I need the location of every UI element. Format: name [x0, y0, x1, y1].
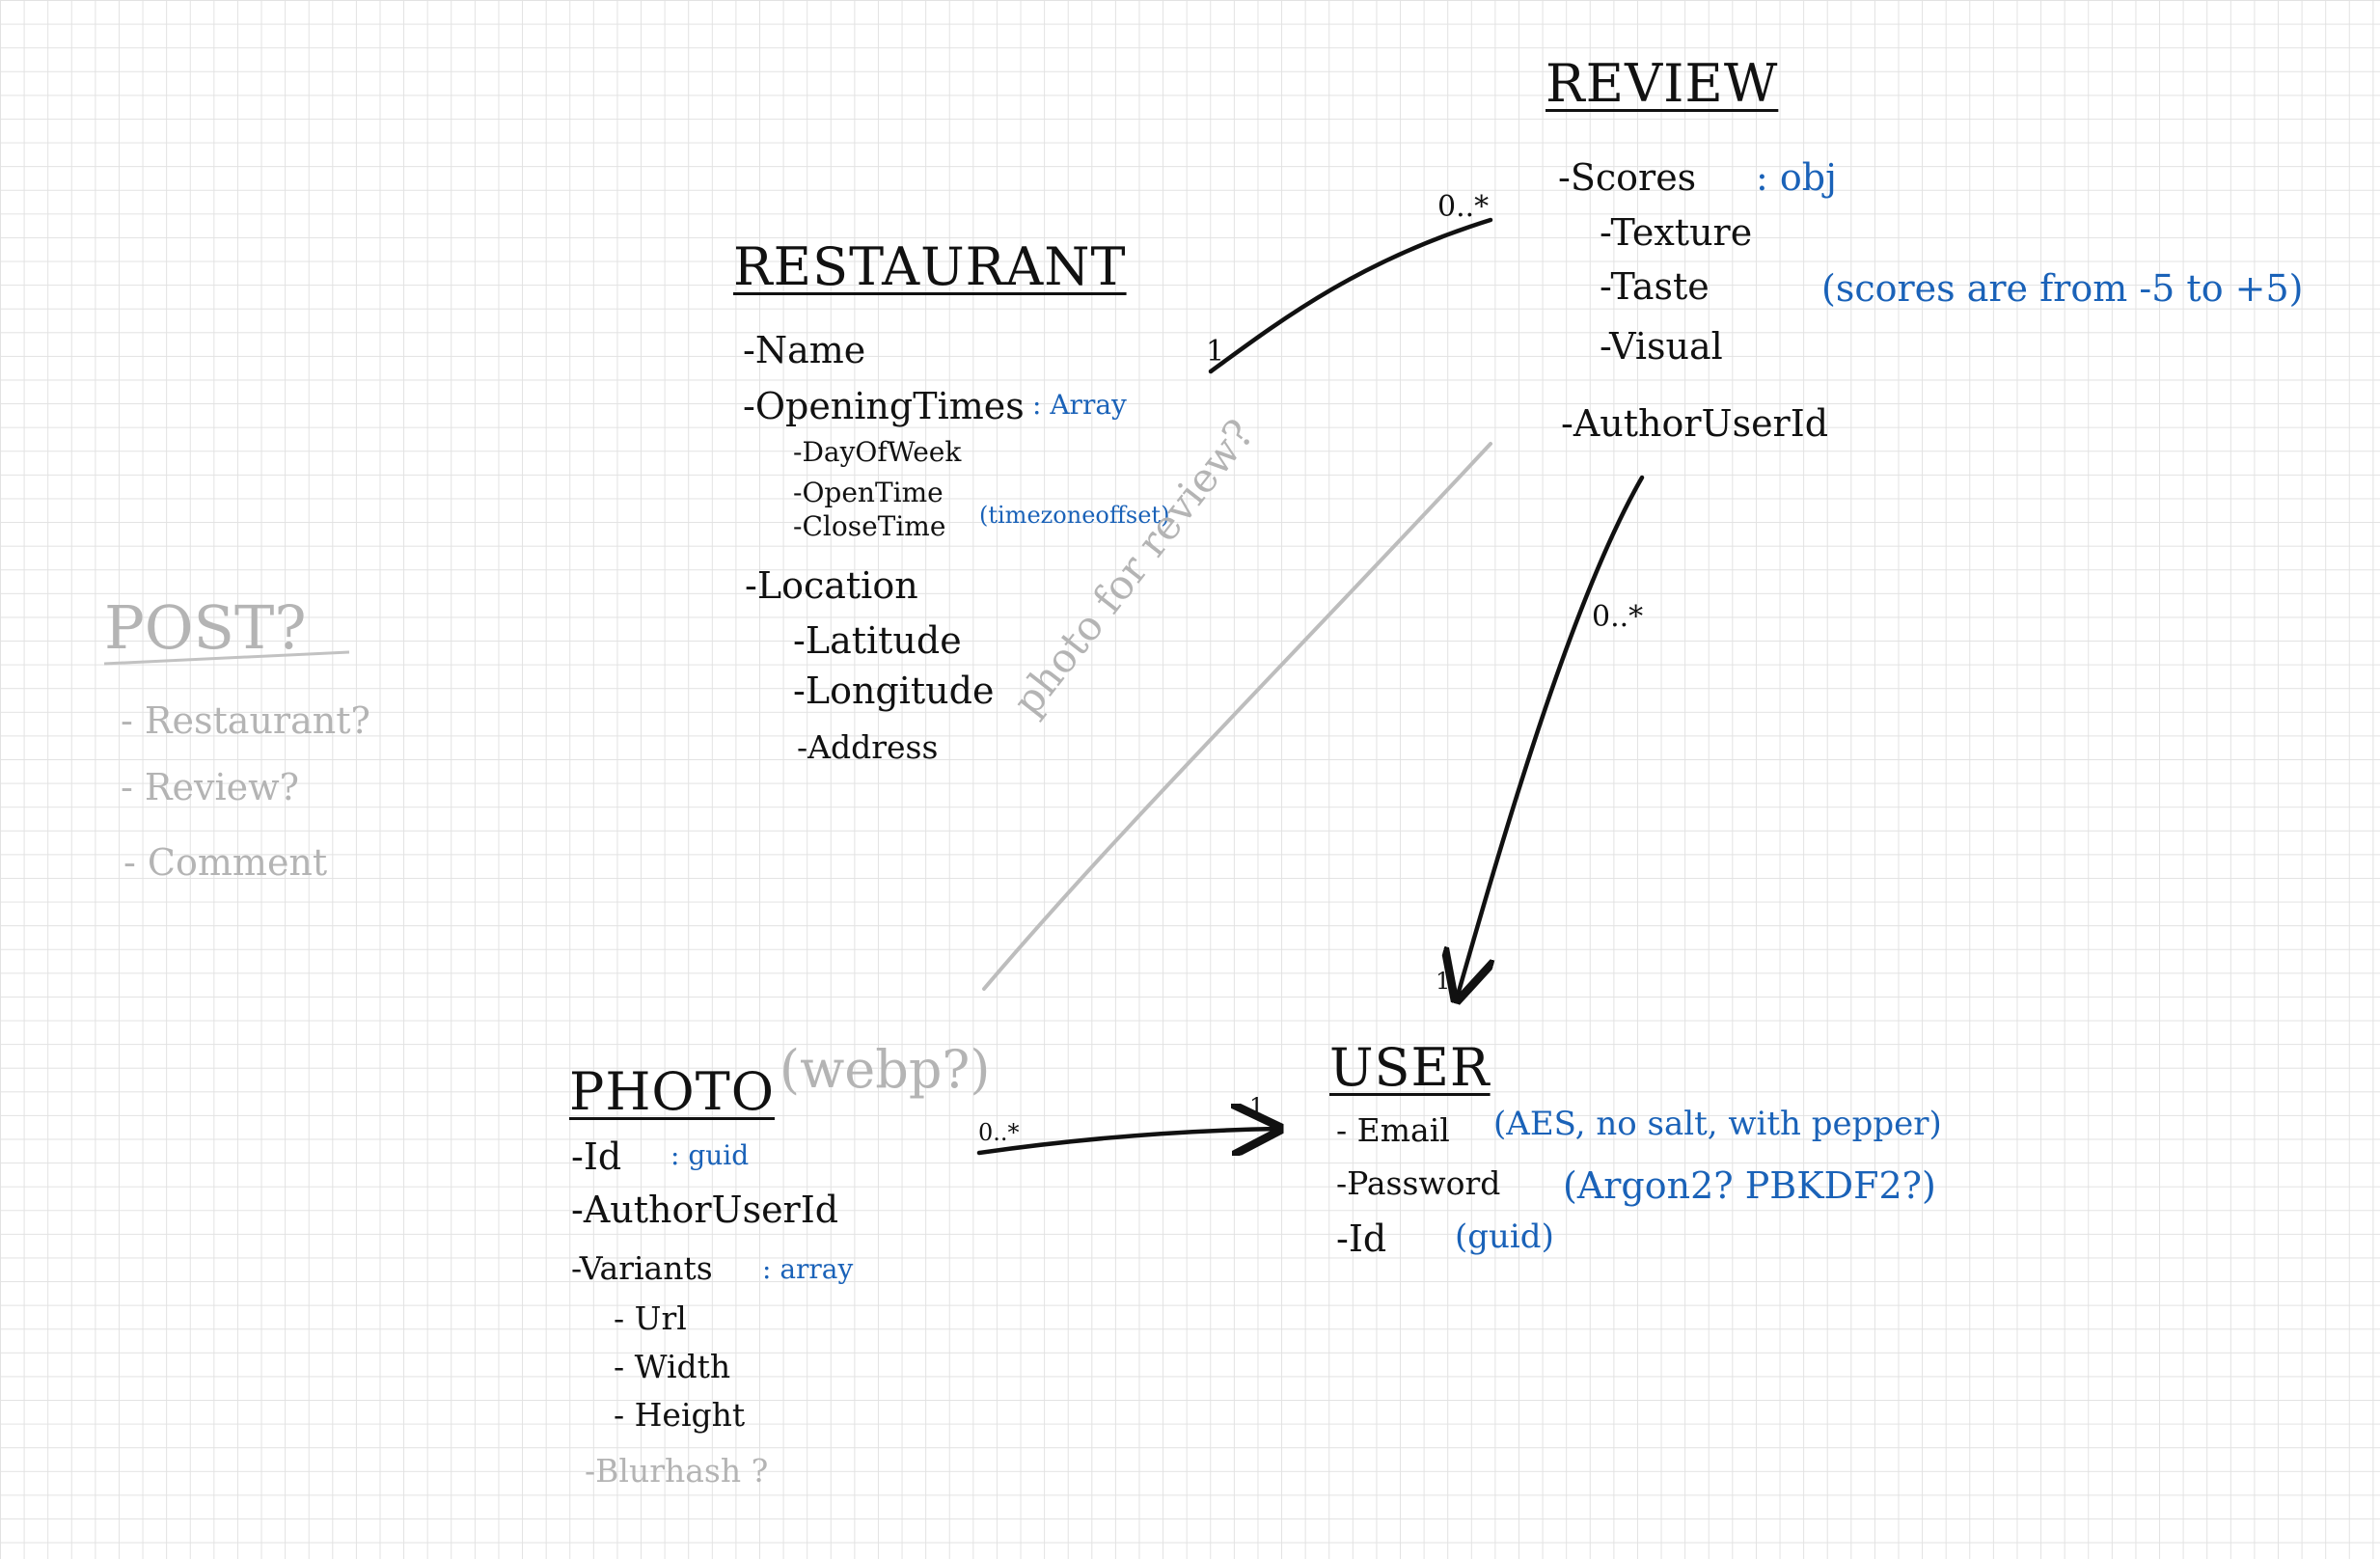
post-item-review: - Review?	[121, 766, 300, 808]
restaurant-open-time: -OpenTime	[793, 477, 944, 508]
photo-id: -Id	[571, 1135, 622, 1178]
photo-blurhash: -Blurhash ?	[585, 1452, 769, 1490]
review-user-arrow	[1457, 475, 1645, 998]
multiplicity-review-to-user-one: 1	[1436, 968, 1451, 995]
user-email: - Email	[1336, 1111, 1450, 1149]
restaurant-location: -Location	[745, 564, 918, 607]
user-password: -Password	[1336, 1164, 1501, 1202]
photo-author-user-id: -AuthorUserId	[571, 1189, 839, 1231]
restaurant-title: RESTAURANT	[733, 236, 1127, 297]
photo-user-arrow	[976, 1129, 1278, 1153]
user-id-note: (guid)	[1455, 1217, 1554, 1256]
restaurant-latitude: -Latitude	[793, 619, 962, 662]
review-visual: -Visual	[1600, 325, 1723, 368]
review-texture: -Texture	[1600, 211, 1753, 254]
review-scores-note: (scores are from -5 to +5)	[1821, 267, 2304, 310]
restaurant-opening-times-type: : Array	[1032, 389, 1127, 421]
photo-height: - Height	[614, 1396, 746, 1434]
restaurant-name: -Name	[743, 329, 866, 371]
review-scores: -Scores	[1558, 156, 1697, 199]
review-taste: -Taste	[1600, 265, 1710, 308]
photo-variants: -Variants	[571, 1249, 713, 1287]
post-item-restaurant: - Restaurant?	[121, 699, 370, 742]
multiplicity-photo-to-user-many: 0..*	[978, 1119, 1020, 1146]
restaurant-review-line	[1208, 217, 1493, 374]
restaurant-longitude: -Longitude	[793, 670, 995, 712]
review-scores-type: : obj	[1756, 156, 1837, 199]
photo-width: - Width	[614, 1348, 731, 1385]
photo-title-note: (webp?)	[780, 1039, 991, 1100]
photo-title: PHOTO	[569, 1061, 775, 1122]
relation-lines	[103, 217, 1645, 1559]
multiplicity-review-side: 0..*	[1437, 190, 1490, 224]
multiplicity-restaurant-side: 1	[1206, 335, 1225, 369]
photo-url: - Url	[614, 1299, 687, 1337]
user-email-note: (AES, no salt, with pepper)	[1493, 1105, 1942, 1143]
restaurant-address: -Address	[797, 728, 939, 766]
post-item-comment: - Comment	[123, 841, 328, 884]
user-title: USER	[1329, 1037, 1491, 1098]
post-title: POST?	[104, 592, 307, 663]
restaurant-day-of-week: -DayOfWeek	[793, 436, 962, 468]
user-password-note: (Argon2? PBKDF2?)	[1563, 1164, 1936, 1207]
review-author-user-id: -AuthorUserId	[1561, 402, 1829, 445]
multiplicity-photo-to-user-one: 1	[1249, 1093, 1265, 1120]
multiplicity-review-to-user-many: 0..*	[1592, 600, 1644, 634]
restaurant-close-time: -CloseTime	[793, 510, 946, 542]
photo-variants-type: : array	[762, 1253, 854, 1285]
restaurant-opening-times: -OpeningTimes	[743, 385, 1025, 427]
diagram-canvas: REVIEW -Scores : obj -Texture -Taste -Vi…	[0, 0, 2380, 1559]
review-title: REVIEW	[1546, 53, 1779, 114]
user-id: -Id	[1336, 1217, 1387, 1260]
photo-id-type: : guid	[670, 1139, 750, 1171]
